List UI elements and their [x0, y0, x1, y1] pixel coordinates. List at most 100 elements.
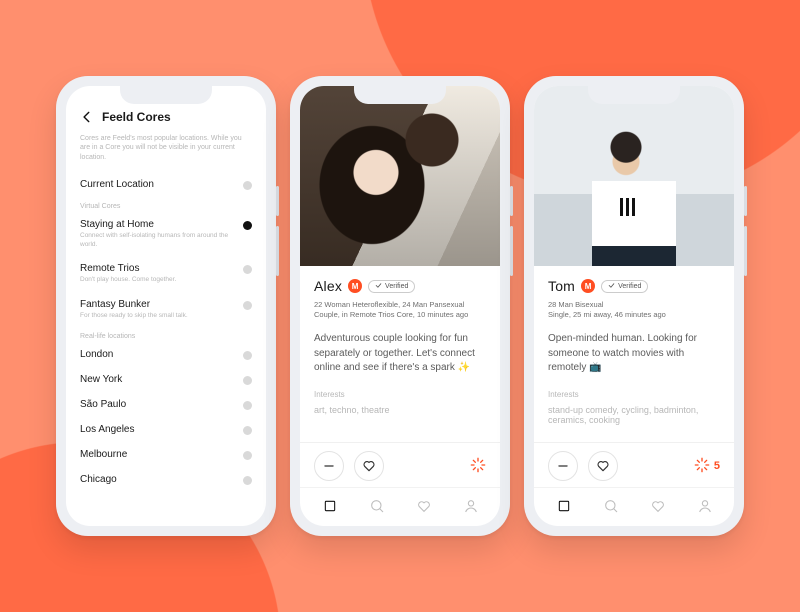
- core-name: Current Location: [80, 179, 154, 190]
- check-icon: [375, 282, 382, 291]
- core-sub: For those ready to skip the small talk.: [80, 312, 188, 320]
- tab-profile[interactable]: [687, 494, 723, 518]
- radio-icon: [243, 221, 252, 230]
- core-name: Staying at Home: [80, 219, 230, 230]
- radio-icon: [243, 401, 252, 410]
- interests-list: art, techno, theatre: [314, 405, 486, 415]
- core-name: Chicago: [80, 474, 117, 485]
- verified-pill: Verified: [601, 280, 648, 293]
- pass-button[interactable]: [314, 451, 344, 481]
- tabbar: [534, 487, 734, 526]
- spark-button[interactable]: [470, 457, 486, 476]
- action-row: [300, 442, 500, 487]
- core-name: Fantasy Bunker: [80, 299, 188, 310]
- profile-meta: 22 Woman Heteroflexible, 24 Man Pansexua…: [314, 300, 486, 320]
- radio-icon: [243, 301, 252, 310]
- section-label-virtual: Virtual Cores: [66, 197, 266, 212]
- screen-profile-alex: Alex M Verified 22 Woman Heteroflexible,…: [300, 86, 500, 526]
- tab-connections[interactable]: [359, 494, 395, 518]
- core-name: New York: [80, 374, 122, 385]
- phone-side-button: [510, 186, 513, 216]
- core-sub: Don't play house. Come together.: [80, 276, 176, 284]
- core-name: Melbourne: [80, 449, 127, 460]
- profile-body: Alex M Verified 22 Woman Heteroflexible,…: [300, 266, 500, 442]
- screen-profile-tom: Tom M Verified 28 Man Bisexual Single, 2…: [534, 86, 734, 526]
- spark-button[interactable]: 5: [694, 457, 720, 476]
- profile-body: Tom M Verified 28 Man Bisexual Single, 2…: [534, 266, 734, 442]
- tab-likes[interactable]: [640, 494, 676, 518]
- phone-side-button: [744, 226, 747, 276]
- core-row-melbourne[interactable]: Melbourne: [66, 442, 266, 467]
- back-icon[interactable]: [80, 110, 94, 124]
- verified-label: Verified: [385, 283, 408, 290]
- check-icon: [608, 282, 615, 291]
- profile-bio: Open-minded human. Looking for someone t…: [548, 332, 720, 376]
- phone-cores: Feeld Cores Cores are Feeld's most popul…: [56, 76, 276, 536]
- profile-photo[interactable]: [300, 86, 500, 266]
- action-row: 5: [534, 442, 734, 487]
- profile-meta: 28 Man Bisexual Single, 25 mi away, 46 m…: [548, 300, 720, 320]
- tabbar: [300, 487, 500, 526]
- core-name: Remote Trios: [80, 263, 176, 274]
- core-name: Los Angeles: [80, 424, 135, 435]
- core-row-current-location[interactable]: Current Location: [66, 172, 266, 197]
- verified-label: Verified: [618, 283, 641, 290]
- core-name: London: [80, 349, 113, 360]
- spark-icon: [470, 457, 486, 476]
- spark-icon: [694, 457, 710, 476]
- core-row-remote-trios[interactable]: Remote Trios Don't play house. Come toge…: [66, 256, 266, 291]
- interests-label: Interests: [314, 390, 486, 399]
- radio-icon: [243, 181, 252, 190]
- core-sub: Connect with self-isolating humans from …: [80, 232, 230, 249]
- verified-pill: Verified: [368, 280, 415, 293]
- radio-icon: [243, 451, 252, 460]
- core-row-new-york[interactable]: New York: [66, 367, 266, 392]
- phone-side-button: [744, 186, 747, 216]
- page-title: Feeld Cores: [102, 110, 171, 124]
- radio-icon: [243, 476, 252, 485]
- tab-discover[interactable]: [312, 494, 348, 518]
- core-row-fantasy-bunker[interactable]: Fantasy Bunker For those ready to skip t…: [66, 292, 266, 327]
- profile-bio: Adventurous couple looking for fun separ…: [314, 332, 486, 376]
- phone-profile-alex: Alex M Verified 22 Woman Heteroflexible,…: [290, 76, 510, 536]
- like-button[interactable]: [354, 451, 384, 481]
- name-row: Alex M Verified: [314, 278, 486, 294]
- phone-side-button: [276, 226, 279, 276]
- phone-profile-tom: Tom M Verified 28 Man Bisexual Single, 2…: [524, 76, 744, 536]
- profile-photo[interactable]: [534, 86, 734, 266]
- phone-side-button: [510, 226, 513, 276]
- tab-profile[interactable]: [453, 494, 489, 518]
- radio-icon: [243, 426, 252, 435]
- tab-discover[interactable]: [546, 494, 582, 518]
- phone-notch: [588, 86, 680, 104]
- mockup-stage: Feeld Cores Cores are Feeld's most popul…: [0, 0, 800, 612]
- pass-button[interactable]: [548, 451, 578, 481]
- tab-connections[interactable]: [593, 494, 629, 518]
- core-row-staying-at-home[interactable]: Staying at Home Connect with self-isolat…: [66, 212, 266, 256]
- phone-notch: [354, 86, 446, 104]
- interests-label: Interests: [548, 390, 720, 399]
- core-row-london[interactable]: London: [66, 342, 266, 367]
- profile-name: Alex: [314, 278, 342, 294]
- cores-description: Cores are Feeld's most popular locations…: [66, 132, 266, 172]
- core-row-los-angeles[interactable]: Los Angeles: [66, 417, 266, 442]
- member-badge-icon: M: [581, 279, 595, 293]
- section-label-real: Real-life locations: [66, 327, 266, 342]
- core-row-chicago[interactable]: Chicago: [66, 467, 266, 492]
- core-name: São Paulo: [80, 399, 126, 410]
- member-badge-icon: M: [348, 279, 362, 293]
- interests-list: stand-up comedy, cycling, badminton, cer…: [548, 405, 720, 425]
- cores-list: Current Location Virtual Cores Staying a…: [66, 172, 266, 526]
- radio-icon: [243, 351, 252, 360]
- name-row: Tom M Verified: [548, 278, 720, 294]
- phone-side-button: [276, 186, 279, 216]
- spark-count: 5: [714, 460, 720, 472]
- radio-icon: [243, 265, 252, 274]
- tab-likes[interactable]: [406, 494, 442, 518]
- screen-cores: Feeld Cores Cores are Feeld's most popul…: [66, 86, 266, 526]
- core-row-sao-paulo[interactable]: São Paulo: [66, 392, 266, 417]
- phone-notch: [120, 86, 212, 104]
- radio-icon: [243, 376, 252, 385]
- like-button[interactable]: [588, 451, 618, 481]
- profile-name: Tom: [548, 278, 575, 294]
